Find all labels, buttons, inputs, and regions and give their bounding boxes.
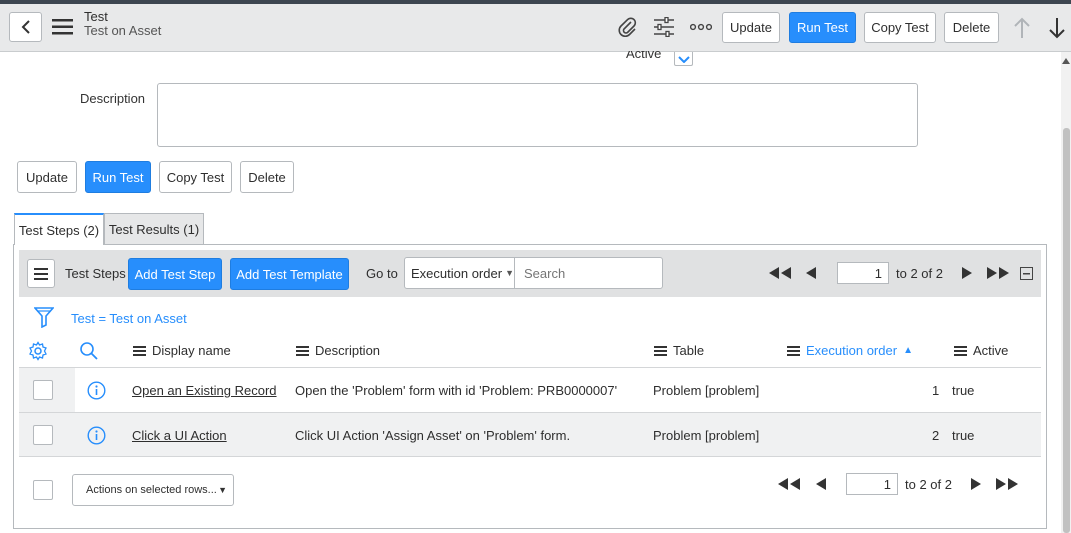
row-active: true [952,428,975,443]
active-checkbox[interactable] [674,52,693,66]
column-header-execution-order[interactable]: Execution order ▲ [787,343,913,358]
collapse-list-icon[interactable] [1020,267,1033,280]
goto-field-select[interactable]: Execution order ▼ [404,257,515,289]
add-test-template-button[interactable]: Add Test Template [230,258,349,290]
previous-record-icon[interactable] [1010,15,1034,41]
list-title: Test Steps [65,266,126,281]
previous-page-icon[interactable] [804,266,818,280]
tab-test-results[interactable]: Test Results (1) [104,213,204,245]
back-button[interactable] [9,12,42,42]
copy-test-button[interactable]: Copy Test [159,161,232,193]
description-label: Description [80,91,146,106]
row-checkbox[interactable] [33,380,53,400]
filter-icon[interactable] [34,306,54,328]
row-display-name-link[interactable]: Click a UI Action [132,428,227,443]
row-execution-order: 2 [932,428,940,443]
footer-previous-page-icon[interactable] [814,477,828,491]
first-page-icon[interactable] [768,266,792,280]
column-menu-icon[interactable] [654,345,667,356]
sort-ascending-icon: ▲ [903,345,913,356]
gear-icon[interactable] [28,341,48,361]
column-menu-icon[interactable] [296,345,309,356]
last-page-icon[interactable] [986,266,1010,280]
row-execution-order: 1 [932,383,940,398]
column-label: Execution order [806,343,898,358]
info-icon[interactable] [87,381,106,400]
delete-button[interactable]: Delete [240,161,294,193]
dropdown-arrow-icon: ▼ [505,268,514,278]
row-display-name-link[interactable]: Open an Existing Record [132,383,277,398]
chevron-left-icon [21,20,30,34]
scrollbar-thumb[interactable] [1063,128,1070,533]
row-table: Problem [problem] [653,428,760,443]
row-active: true [952,383,975,398]
column-label: Display name [152,343,231,358]
list-search-input[interactable] [514,257,663,289]
hamburger-icon [34,267,48,280]
column-label: Active [973,343,1009,358]
row-checkbox[interactable] [33,425,53,445]
column-label: Description [315,343,381,358]
add-test-step-button[interactable]: Add Test Step [128,258,222,290]
page-number-input[interactable]: 1 [837,262,889,284]
form-context-menu-icon[interactable] [52,18,74,36]
actions-select-value: Actions on selected rows... [86,484,217,496]
description-field[interactable] [157,83,918,147]
header-update-button[interactable]: Update [722,12,780,43]
dropdown-arrow-icon: ▼ [218,485,227,495]
actions-select[interactable]: Actions on selected rows... ▼ [72,474,234,506]
footer-first-page-icon[interactable] [777,477,801,491]
paperclip-icon[interactable] [615,16,639,38]
filter-breadcrumb[interactable]: Test = Test on Asset [71,311,187,326]
goto-label: Go to [366,266,398,281]
column-header-display-name[interactable]: Display name [133,343,231,358]
next-page-icon[interactable] [960,266,974,280]
info-icon[interactable] [87,426,106,445]
column-label: Table [673,343,705,358]
row-table: Problem [problem] [653,383,760,398]
run-test-button[interactable]: Run Test [85,161,151,193]
column-menu-icon[interactable] [954,345,967,356]
record-title: Test [84,9,108,24]
record-subtitle: Test on Asset [84,23,162,38]
row-description: Click UI Action 'Assign Asset' on 'Probl… [295,428,571,443]
more-options-icon[interactable] [689,18,713,36]
update-button[interactable]: Update [17,161,77,193]
tab-test-steps[interactable]: Test Steps (2) [14,213,104,245]
footer-page-number-input[interactable]: 1 [846,473,898,495]
header-copy-test-button[interactable]: Copy Test [864,12,936,43]
goto-field-value: Execution order [411,265,503,281]
personalize-form-icon[interactable] [652,16,676,38]
footer-last-page-icon[interactable] [995,477,1019,491]
column-menu-icon[interactable] [133,345,146,356]
column-header-active[interactable]: Active [954,343,1008,358]
scroll-up-icon[interactable] [1061,54,1071,68]
column-menu-icon[interactable] [787,345,800,356]
header-delete-button[interactable]: Delete [944,12,999,43]
footer-next-page-icon[interactable] [969,477,983,491]
next-record-icon[interactable] [1045,15,1069,41]
search-icon[interactable] [79,341,99,361]
select-all-checkbox[interactable] [33,480,53,500]
footer-page-range-text: to 2 of 2 [905,477,952,492]
page-range-text: to 2 of 2 [896,266,943,281]
active-label: Active [626,51,662,61]
column-header-table[interactable]: Table [654,343,704,358]
header-run-test-button[interactable]: Run Test [789,12,856,43]
row-description: Open the 'Problem' form with id 'Problem… [295,383,618,398]
column-header-description[interactable]: Description [296,343,380,358]
checkmark-icon [677,55,690,63]
list-context-menu-button[interactable] [27,259,55,288]
